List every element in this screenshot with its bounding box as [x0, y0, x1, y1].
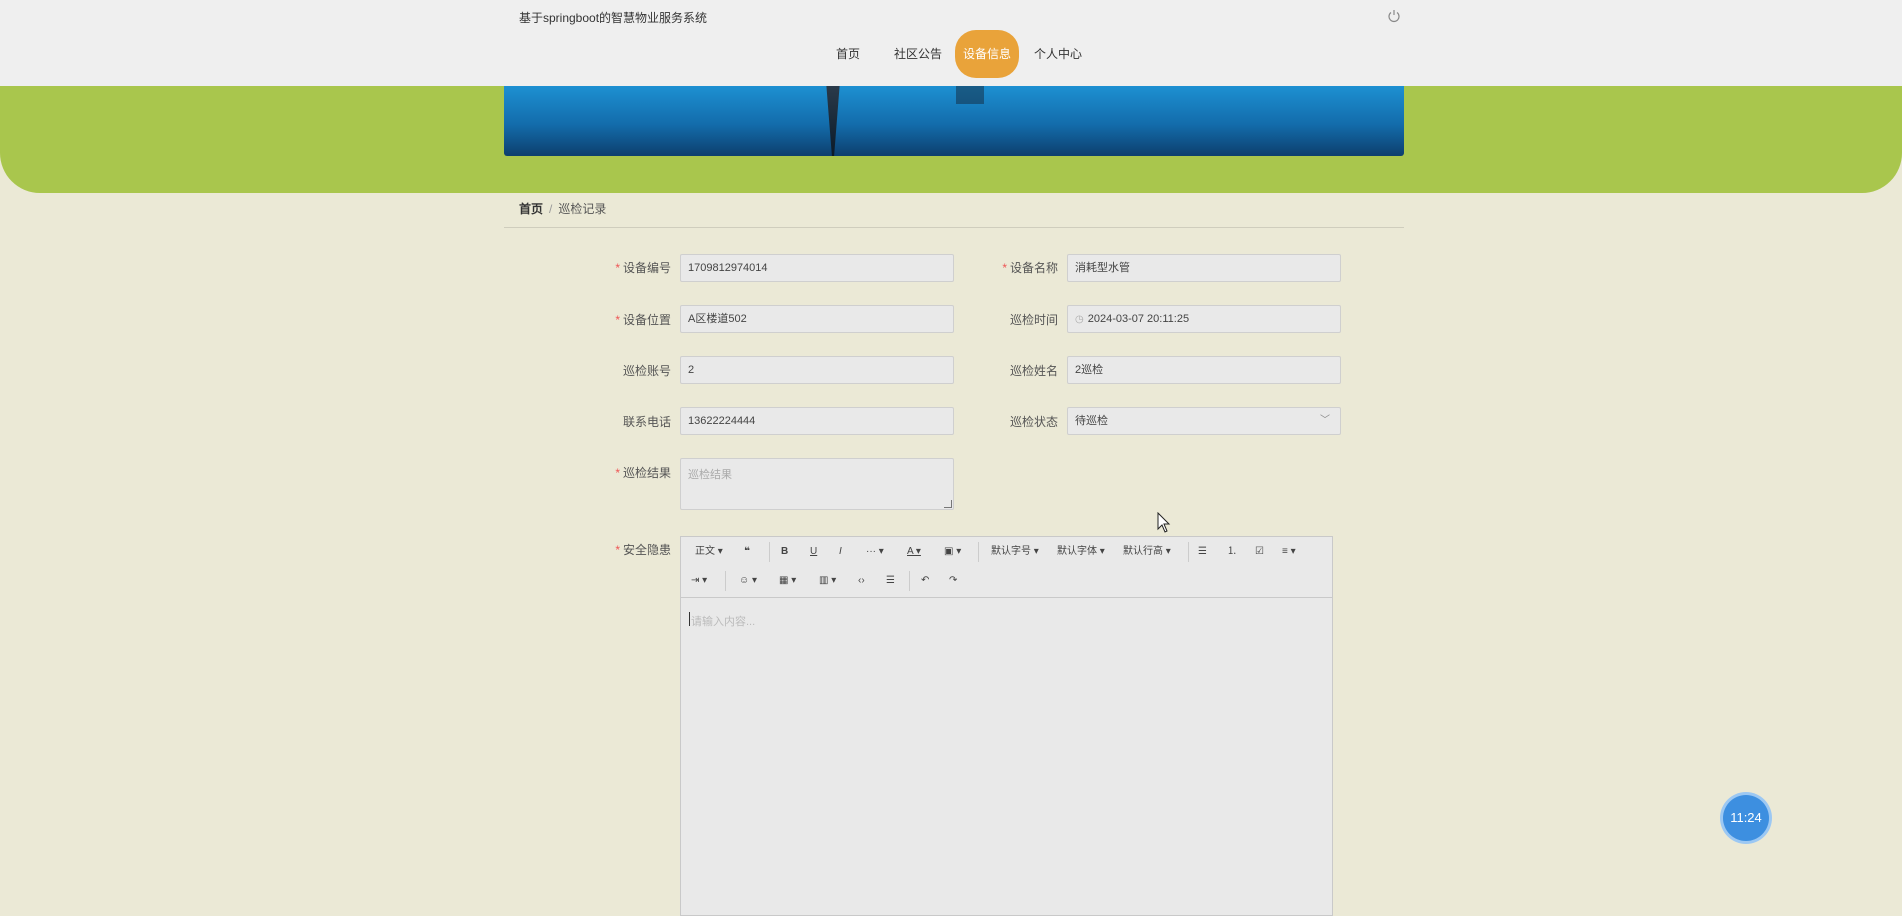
chevron-down-icon: ﹀: [1320, 415, 1330, 426]
bold-icon[interactable]: B: [781, 542, 788, 562]
nav-device-info[interactable]: 设备信息: [958, 33, 1016, 75]
code-icon[interactable]: ‹›: [858, 571, 865, 591]
indent-icon[interactable]: ⇥ ▾: [691, 571, 707, 591]
editor-placeholder: 请输入内容...: [691, 616, 756, 628]
phone-input[interactable]: 13622224444: [680, 407, 954, 435]
background-color-icon[interactable]: ▣ ▾: [944, 542, 961, 562]
table-icon[interactable]: ▥ ▾: [819, 571, 836, 591]
more-style-icon[interactable]: ··· ▾: [866, 542, 884, 562]
inspect-name-input[interactable]: 2巡检: [1067, 356, 1341, 384]
inspect-time-input[interactable]: ◷ 2024-03-07 20:11:25: [1067, 305, 1341, 333]
divider-icon[interactable]: ☰: [886, 571, 895, 591]
floating-clock-button[interactable]: 11:24: [1723, 795, 1769, 841]
breadcrumb-current: 巡检记录: [558, 202, 607, 216]
inspect-time-label: 巡检时间: [1009, 313, 1058, 327]
heading-dropdown[interactable]: 正文 ▾: [695, 542, 723, 562]
inspect-result-textarea[interactable]: 巡检结果: [680, 458, 954, 510]
device-name-input[interactable]: 消耗型水管: [1067, 254, 1341, 282]
editor-toolbar: 正文 ▾ ❝ B U I ··· ▾ A ▾ ▣ ▾ 默认字号 ▾ 默认字体 ▾…: [681, 537, 1332, 598]
emoji-icon[interactable]: ☺ ▾: [739, 571, 757, 591]
nav-personal-center[interactable]: 个人中心: [1034, 36, 1082, 72]
redo-icon[interactable]: ↷: [949, 571, 957, 591]
inspect-status-label: 巡检状态: [1009, 415, 1058, 429]
bullet-list-icon[interactable]: ☰: [1198, 542, 1207, 562]
line-height-dropdown[interactable]: 默认行高 ▾: [1123, 542, 1171, 562]
align-icon[interactable]: ≡ ▾: [1282, 542, 1296, 562]
site-title: 基于springboot的智慧物业服务系统: [519, 11, 708, 25]
inspect-result-label: * 巡检结果: [615, 466, 671, 480]
clock-icon: ◷: [1075, 314, 1084, 325]
editor-content-area[interactable]: 请输入内容...: [681, 598, 1332, 916]
numbered-list-icon[interactable]: ⒈: [1227, 542, 1237, 562]
banner-image: [504, 86, 1404, 156]
breadcrumb-home[interactable]: 首页: [519, 202, 543, 216]
image-icon[interactable]: ▦ ▾: [779, 571, 796, 591]
rich-text-editor[interactable]: 正文 ▾ ❝ B U I ··· ▾ A ▾ ▣ ▾ 默认字号 ▾ 默认字体 ▾…: [680, 536, 1333, 916]
inspect-status-select[interactable]: 待巡检 ﹀: [1067, 407, 1341, 435]
device-name-label: * 设备名称: [1002, 261, 1058, 275]
device-location-label: * 设备位置: [615, 313, 671, 327]
undo-icon[interactable]: ↶: [921, 571, 929, 591]
italic-icon[interactable]: I: [839, 542, 842, 562]
inspect-name-label: 巡检姓名: [1009, 364, 1058, 378]
quote-icon[interactable]: ❝: [744, 542, 750, 562]
device-no-label: * 设备编号: [615, 261, 671, 275]
mouse-cursor-icon: [1157, 512, 1171, 533]
text-caret: [689, 612, 690, 626]
todo-list-icon[interactable]: ☑: [1255, 542, 1264, 562]
font-color-icon[interactable]: A ▾: [907, 542, 921, 562]
font-family-dropdown[interactable]: 默认字体 ▾: [1057, 542, 1105, 562]
top-header: 基于springboot的智慧物业服务系统 首页 社区公告 设备信息 个人中心: [0, 0, 1902, 86]
font-size-dropdown[interactable]: 默认字号 ▾: [991, 542, 1039, 562]
safety-hazard-label: * 安全隐患: [615, 543, 671, 557]
inspect-account-input[interactable]: 2: [680, 356, 954, 384]
phone-label: 联系电话: [622, 415, 671, 429]
main-nav: 首页 社区公告 设备信息 个人中心: [0, 33, 1902, 75]
device-no-input[interactable]: 1709812974014: [680, 254, 954, 282]
device-location-input[interactable]: A区楼道502: [680, 305, 954, 333]
nav-home[interactable]: 首页: [836, 36, 860, 72]
power-icon[interactable]: [1387, 9, 1401, 23]
resize-handle-icon[interactable]: [944, 500, 952, 508]
breadcrumb: 首页 / 巡检记录: [504, 200, 1404, 228]
nav-announcements[interactable]: 社区公告: [894, 36, 942, 72]
inspect-account-label: 巡检账号: [622, 364, 671, 378]
underline-icon[interactable]: U: [810, 542, 817, 562]
breadcrumb-separator: /: [549, 202, 553, 216]
